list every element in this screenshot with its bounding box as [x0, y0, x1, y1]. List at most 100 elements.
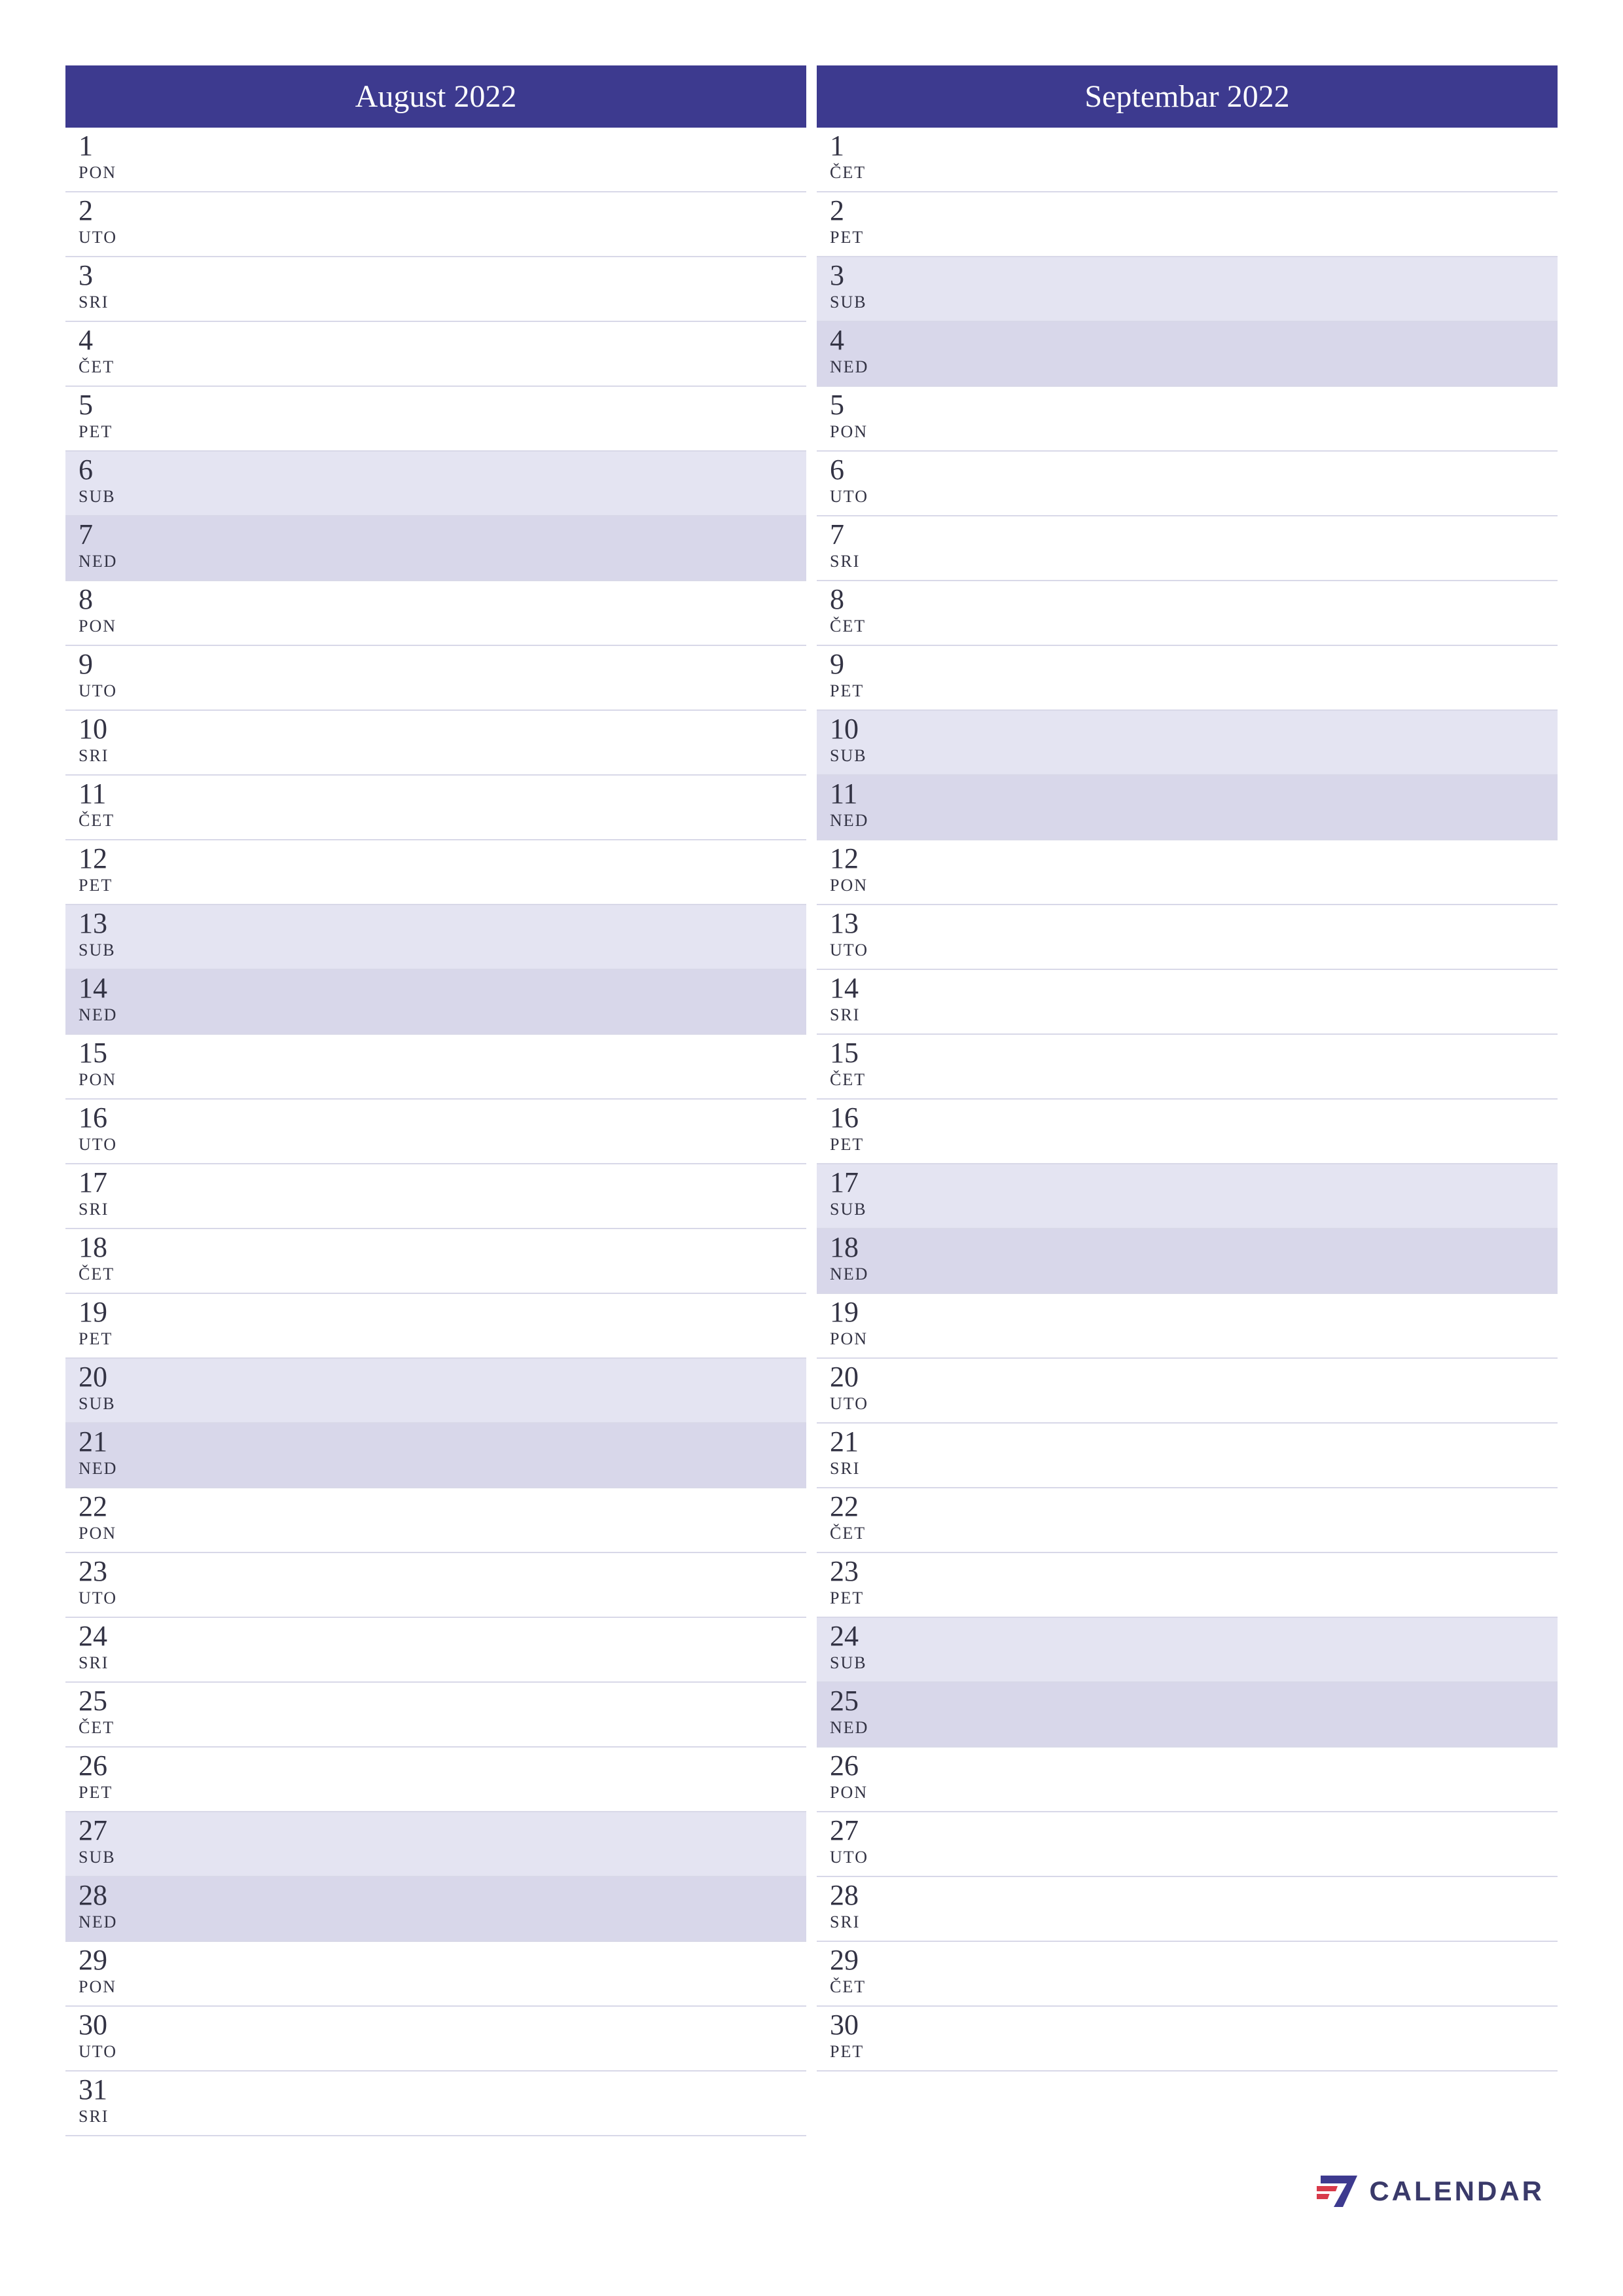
- day-number: 30: [79, 2011, 793, 2039]
- day-abbr: SRI: [830, 1912, 1544, 1932]
- day-row: 2UTO: [65, 192, 806, 257]
- day-number: 25: [830, 1687, 1544, 1715]
- day-row: 22ČET: [817, 1488, 1558, 1553]
- day-abbr: PON: [79, 617, 793, 636]
- day-row: 11ČET: [65, 776, 806, 840]
- day-number: 11: [79, 780, 793, 808]
- day-number: 21: [830, 1427, 1544, 1456]
- day-row: 5PON: [817, 387, 1558, 452]
- day-number: 6: [830, 456, 1544, 484]
- day-row: 15ČET: [817, 1035, 1558, 1100]
- day-row: 19PET: [65, 1294, 806, 1359]
- day-abbr: NED: [830, 1718, 1544, 1738]
- day-abbr: NED: [79, 1005, 793, 1025]
- day-number: 4: [830, 326, 1544, 355]
- day-number: 18: [830, 1233, 1544, 1262]
- day-abbr: SUB: [830, 746, 1544, 766]
- day-number: 31: [79, 2075, 793, 2104]
- month-column-september: Septembar 2022 1ČET2PET3SUB4NED5PON6UTO7…: [817, 65, 1558, 2136]
- day-row: 12PON: [817, 840, 1558, 905]
- day-abbr: ČET: [79, 1265, 793, 1284]
- day-number: 22: [830, 1492, 1544, 1521]
- day-abbr: ČET: [830, 1977, 1544, 1997]
- day-row: 4NED: [817, 322, 1558, 387]
- day-number: 29: [830, 1946, 1544, 1975]
- day-number: 14: [830, 974, 1544, 1003]
- day-number: 19: [830, 1298, 1544, 1327]
- day-number: 12: [79, 844, 793, 873]
- day-abbr: ČET: [830, 163, 1544, 183]
- day-abbr: NED: [830, 357, 1544, 377]
- month-header: August 2022: [65, 65, 806, 128]
- day-number: 4: [79, 326, 793, 355]
- day-number: 28: [830, 1881, 1544, 1910]
- day-row: 7 SRI: [817, 516, 1558, 581]
- day-number: 13: [79, 909, 793, 938]
- day-abbr: NED: [830, 1265, 1544, 1284]
- day-abbr: SRI: [830, 552, 1544, 571]
- day-abbr: SUB: [830, 293, 1544, 312]
- brand-text: CALENDAR: [1369, 2176, 1544, 2207]
- day-row: 2PET: [817, 192, 1558, 257]
- day-number: 16: [830, 1103, 1544, 1132]
- day-row: 14SRI: [817, 970, 1558, 1035]
- day-abbr: UTO: [830, 1394, 1544, 1414]
- day-number: 13: [830, 909, 1544, 938]
- day-row: 15PON: [65, 1035, 806, 1100]
- day-row: 16PET: [817, 1100, 1558, 1164]
- day-row: 9PET: [817, 646, 1558, 711]
- day-abbr: SUB: [79, 941, 793, 960]
- day-number: 19: [79, 1298, 793, 1327]
- day-number: 1: [79, 132, 793, 160]
- day-number: 7: [830, 520, 1544, 549]
- day-number: 28: [79, 1881, 793, 1910]
- day-number: 25: [79, 1687, 793, 1715]
- day-number: 5: [79, 391, 793, 420]
- day-row: 9UTO: [65, 646, 806, 711]
- day-row: 17SUB: [817, 1164, 1558, 1229]
- day-row: 27UTO: [817, 1812, 1558, 1877]
- days-list-august: 1PON2UTO3SRI4ČET5PET6SUB7NED8PON9UTO10SR…: [65, 128, 806, 2136]
- day-number: 2: [79, 196, 793, 225]
- day-number: 24: [830, 1622, 1544, 1651]
- day-row: 12PET: [65, 840, 806, 905]
- day-row: 21SRI: [817, 1424, 1558, 1488]
- day-number: 17: [830, 1168, 1544, 1197]
- day-abbr: SUB: [830, 1653, 1544, 1673]
- day-number: 10: [830, 715, 1544, 744]
- day-row: 27SUB: [65, 1812, 806, 1877]
- month-column-august: August 2022 1PON2UTO3SRI4ČET5PET6SUB7NED…: [65, 65, 806, 2136]
- day-number: 9: [79, 650, 793, 679]
- day-row: 24SUB: [817, 1618, 1558, 1683]
- day-row: 26PON: [817, 1748, 1558, 1812]
- day-number: 17: [79, 1168, 793, 1197]
- calendar-container: August 2022 1PON2UTO3SRI4ČET5PET6SUB7NED…: [65, 65, 1558, 2136]
- day-number: 15: [830, 1039, 1544, 1067]
- day-row: 3SUB: [817, 257, 1558, 322]
- day-abbr: NED: [830, 811, 1544, 831]
- day-row: 18ČET: [65, 1229, 806, 1294]
- day-abbr: PON: [79, 163, 793, 183]
- day-row: 1 PON: [65, 128, 806, 192]
- day-row: 20SUB: [65, 1359, 806, 1424]
- day-abbr: PON: [830, 1329, 1544, 1349]
- day-row: 18 NED: [817, 1229, 1558, 1294]
- day-number: 21: [79, 1427, 793, 1456]
- day-number: 24: [79, 1622, 793, 1651]
- day-abbr: PET: [830, 228, 1544, 247]
- day-row: 24SRI: [65, 1618, 806, 1683]
- day-abbr: PET: [79, 422, 793, 442]
- day-abbr: NED: [79, 552, 793, 571]
- day-row: 22PON: [65, 1488, 806, 1553]
- day-row: 28NED: [65, 1877, 806, 1942]
- day-row: 19PON: [817, 1294, 1558, 1359]
- day-number: 22: [79, 1492, 793, 1521]
- day-abbr: PON: [79, 1070, 793, 1090]
- day-abbr: PON: [79, 1977, 793, 1997]
- day-abbr: NED: [79, 1459, 793, 1479]
- day-row: 3SRI: [65, 257, 806, 322]
- day-abbr: UTO: [830, 1848, 1544, 1867]
- day-number: 16: [79, 1103, 793, 1132]
- day-number: 26: [830, 1751, 1544, 1780]
- day-abbr: PET: [830, 681, 1544, 701]
